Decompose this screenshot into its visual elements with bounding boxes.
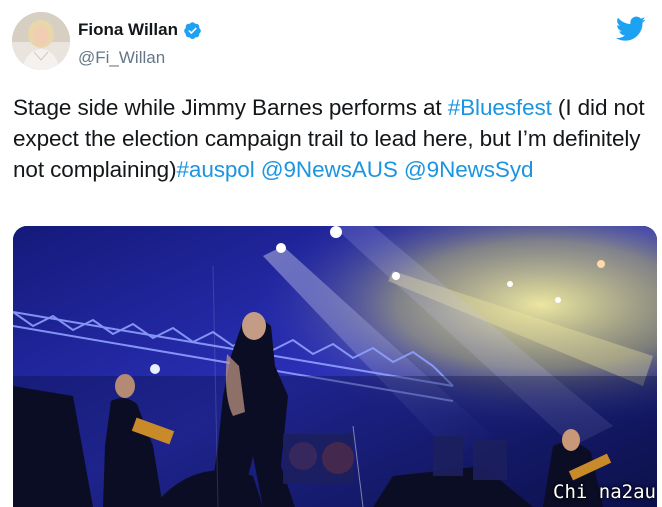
mention-link[interactable]: @9NewsAUS	[261, 157, 398, 182]
tweet-card: Fiona Willan @Fi_Willan Stage side while…	[0, 0, 662, 507]
avatar-image	[12, 12, 70, 70]
tweet-text: Stage side while Jimmy Barnes performs a…	[13, 92, 653, 185]
tweet-text-segment: Stage side while Jimmy Barnes performs a…	[13, 95, 448, 120]
twitter-bird-icon[interactable]	[616, 16, 646, 42]
avatar[interactable]	[12, 12, 70, 70]
concert-photo	[13, 226, 657, 507]
author-handle[interactable]: @Fi_Willan	[78, 48, 165, 68]
verified-badge-icon	[184, 21, 201, 39]
hashtag-link[interactable]: #Bluesfest	[448, 95, 552, 120]
hashtag-link[interactable]: #auspol	[177, 157, 255, 182]
watermark: Chi na2au	[553, 481, 656, 503]
author-name-row: Fiona Willan	[78, 20, 202, 40]
tweet-photo[interactable]	[13, 226, 657, 507]
display-name[interactable]: Fiona Willan	[78, 20, 178, 40]
mention-link[interactable]: @9NewsSyd	[404, 157, 534, 182]
